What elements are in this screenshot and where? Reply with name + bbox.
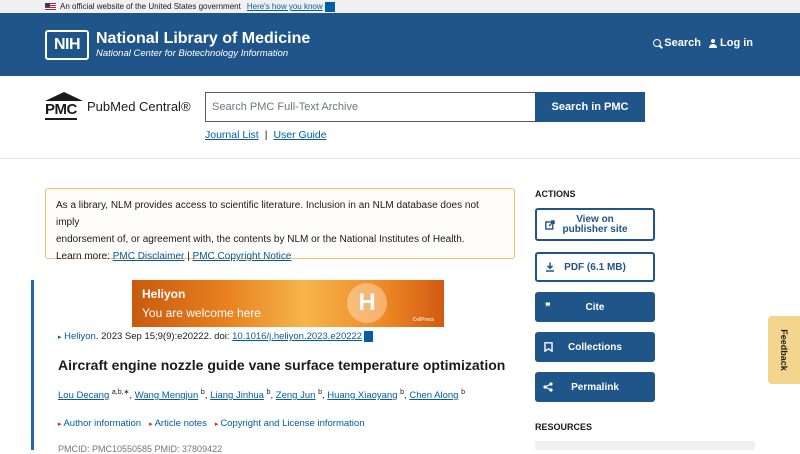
citation-details: . 2023 Sep 15;9(9):e20222. doi: [95,331,233,343]
author-link[interactable]: Lou Decang [58,390,109,401]
pmcid-line: PMCID: PMC10550585 PMID: 37809422 [58,444,223,454]
article-notes-toggle[interactable]: ▸ Article notes [149,418,207,429]
collections-button[interactable]: Collections [535,332,655,362]
login-label: Log in [720,37,753,49]
login-button[interactable]: Log in [709,37,753,49]
header-actions: Search Log in [653,37,753,49]
feedback-label: Feedback [779,329,789,371]
user-guide-link[interactable]: User Guide [273,129,326,141]
doi-focus-marker [364,331,374,342]
nih-logo[interactable]: NIH [45,29,89,60]
expand-toggle-icon[interactable] [324,1,335,12]
banner-journal-name: Heliyon [142,287,186,301]
author-link[interactable]: Zeng Jun [276,390,316,401]
journal-link[interactable]: Heliyon [64,331,96,342]
author-link[interactable]: Huang Xiaoyang [327,390,397,401]
nlm-branding[interactable]: National Library of Medicine National Ce… [96,30,310,60]
nlm-disclaimer-notice: As a library, NLM provides access to sci… [45,188,515,262]
author-information-link[interactable]: Author information [63,418,141,429]
share-icon [543,382,553,392]
actions-heading: ACTIONS [535,189,576,199]
author-affiliation: b [318,389,322,396]
bookmark-icon [543,342,553,352]
journal-banner[interactable]: Heliyon You are welcome here H CellPress [132,280,444,327]
external-link-icon [545,219,555,230]
journal-list-link[interactable]: Journal List [205,129,259,141]
view-on-publisher-button[interactable]: View on publisher site [535,208,655,241]
expand-triangle-icon: ▸ [58,334,62,342]
article-citation: ▸ Heliyon. 2023 Sep 15;9(9):e20222. doi:… [58,331,374,343]
copyright-info-link[interactable]: Copyright and License information [220,418,364,429]
cite-button[interactable]: ❞ Cite [535,292,655,322]
doi-link[interactable]: 10.1016/j.heliyon.2023.e20222 [232,331,362,342]
pmc-name: PubMed Central® [87,99,191,114]
author-link[interactable]: Liang Jinhua [210,390,264,401]
view-on-label-line1: View on [576,213,614,225]
cite-label: Cite [585,301,605,313]
notice-line-2: endorsement of, or agreement with, the c… [56,234,465,245]
how-you-know-link[interactable]: Here's how you know [247,2,323,11]
article-title: Aircraft engine nozzle guide vane surfac… [58,357,506,373]
view-on-publisher-label: View on publisher site [562,213,628,235]
author-affiliation: a,b,∗ [111,389,130,396]
author-link[interactable]: Wang Mengjun [135,390,199,401]
copyright-info-toggle[interactable]: ▸ Copyright and License information [215,418,365,429]
author-link[interactable]: Chen Along [409,390,458,401]
notice-line-1: As a library, NLM provides access to sci… [56,200,479,228]
permalink-button[interactable]: Permalink [535,372,655,402]
link-separator: | [264,129,268,141]
author-affiliation: b [461,389,465,396]
nih-header: NIH National Library of Medicine Nationa… [0,13,800,76]
permalink-label: Permalink [571,381,619,393]
view-on-label-line2: publisher site [562,223,628,235]
heliyon-emblem-icon: H [347,283,387,323]
quote-icon: ❞ [545,301,551,313]
us-flag-icon [45,3,56,10]
pmc-search-input[interactable] [205,92,536,122]
header-search-label: Search [664,37,701,49]
gov-banner: An official website of the United States… [0,0,800,13]
article-header: Heliyon You are welcome here H CellPress… [31,280,521,454]
author-affiliation: b [266,389,271,396]
banner-tagline: You are welcome here [142,306,261,320]
header-search-button[interactable]: Search [653,37,701,49]
pmc-sub-links: Journal List | User Guide [205,129,327,141]
search-icon [653,39,662,47]
notice-learn-more: Learn more: PMC Disclaimer | PMC Copyrig… [56,248,504,265]
download-icon [545,262,555,272]
pdf-label: PDF (6.1 MB) [564,261,626,273]
pmc-search-bar: PMC PubMed Central® Search in PMC Journa… [0,76,800,159]
author-list: Lou Decang a,b,∗, Wang Mengjun b, Liang … [58,389,465,402]
author-affiliation: b [200,389,205,396]
pmc-building-icon: PMC [45,92,84,122]
feedback-tab[interactable]: Feedback [768,316,800,384]
learn-more-label: Learn more: [56,251,110,262]
article-meta-links: ▸ Author information ▸ Article notes ▸ C… [58,418,364,429]
pdf-download-button[interactable]: PDF (6.1 MB) [535,252,655,282]
author-information-toggle[interactable]: ▸ Author information [58,418,141,429]
article-notes-link[interactable]: Article notes [155,418,207,429]
pmc-mark-text: PMC [45,101,77,120]
cellpress-logo: CellPress [412,317,434,323]
author-affiliation: b [400,389,405,396]
ncbi-subtitle: National Center for Biotechnology Inform… [96,47,289,59]
pmc-copyright-link[interactable]: PMC Copyright Notice [193,251,292,262]
pmc-disclaimer-link[interactable]: PMC Disclaimer [113,251,185,262]
collections-label: Collections [568,341,622,353]
nlm-title: National Library of Medicine [96,29,311,47]
notice-separator: | [187,251,190,262]
pmc-logo[interactable]: PMC PubMed Central® [45,92,191,122]
resources-heading: RESOURCES [535,422,593,432]
user-icon [709,38,717,48]
resources-panel[interactable] [535,441,755,450]
search-in-pmc-button[interactable]: Search in PMC [535,92,645,122]
gov-banner-text: An official website of the United States… [60,2,241,11]
